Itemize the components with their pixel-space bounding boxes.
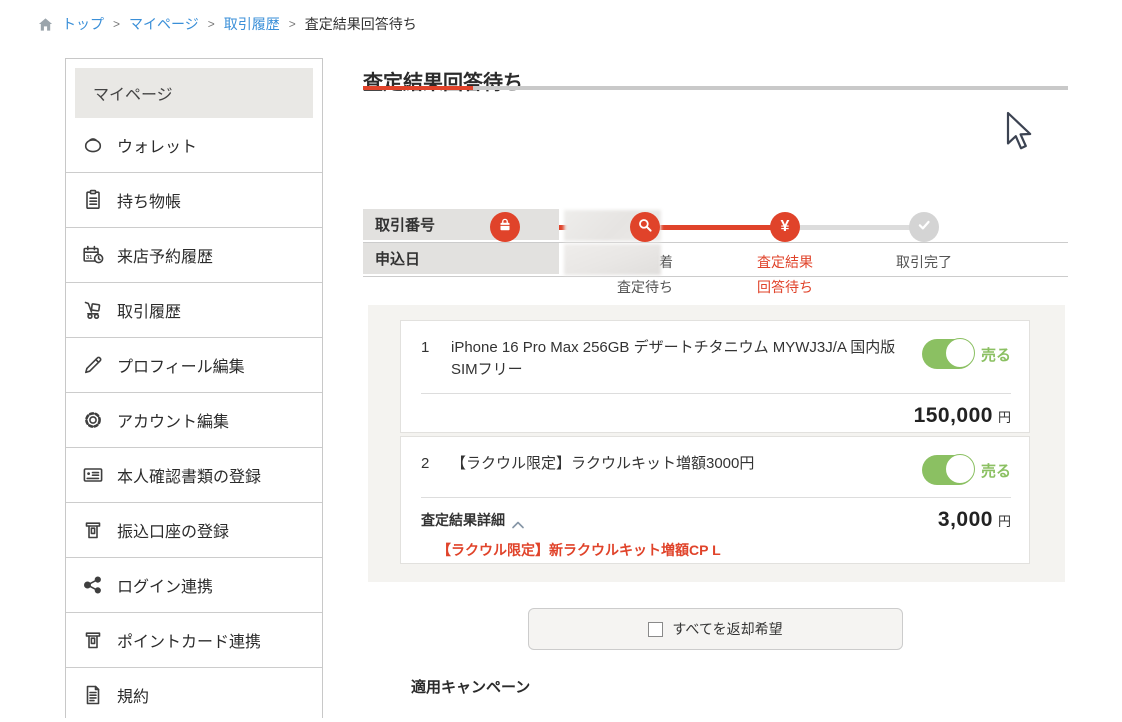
chevron-up-icon (512, 516, 524, 524)
applied-campaign-heading: 適用キャンペーン (411, 676, 530, 697)
sidebar-item-transaction-history[interactable]: 取引履歴 (66, 283, 322, 338)
bank-terminal-icon (81, 518, 105, 542)
item-card-1: 1 iPhone 16 Pro Max 256GB デザートチタニウム MYWJ… (400, 320, 1030, 433)
home-icon (38, 17, 53, 32)
application-date-value-redacted (564, 244, 661, 275)
sell-toggle[interactable] (922, 455, 974, 485)
assessment-detail-expander[interactable]: 査定結果詳細 (421, 510, 524, 530)
assessment-items-panel: 1 iPhone 16 Pro Max 256GB デザートチタニウム MYWJ… (368, 305, 1065, 582)
sidebar-item-label: 持ち物帳 (117, 188, 181, 212)
step-circle-transaction-complete (909, 212, 939, 242)
page-title: 査定結果回答待ち (363, 66, 523, 95)
sidebar-item-label: 取引履歴 (117, 298, 181, 322)
item-price: 150,000 (914, 404, 993, 427)
return-all-checkbox[interactable] (648, 622, 663, 637)
gear-icon (81, 408, 105, 432)
sidebar-item-label: 規約 (117, 683, 149, 707)
price-row: 150,000 円 (401, 394, 1029, 428)
sidebar-item-label: ポイントカード連携 (117, 628, 261, 652)
sell-toggle-wrap: 売る (922, 337, 1011, 369)
share-icon (81, 573, 105, 597)
item-name: iPhone 16 Pro Max 256GB デザートチタニウム MYWJ3J… (443, 337, 903, 381)
transaction-number-label: 取引番号 (363, 209, 559, 240)
sidebar-item-label: ログイン連携 (117, 573, 213, 597)
sell-toggle-wrap: 売る (922, 453, 1011, 485)
clipboard-icon (81, 188, 105, 212)
transaction-info-table: 取引番号 申込日 (363, 209, 1068, 277)
price-unit: 円 (998, 410, 1011, 425)
sidebar-item-label: 本人確認書類の登録 (117, 463, 261, 487)
item-card-2: 2 【ラクウル限定】ラクウルキット増額3000円 売る 査定結果詳細 3,000… (400, 436, 1030, 564)
application-date-label: 申込日 (363, 243, 559, 274)
breadcrumb-link-history[interactable]: 取引履歴 (224, 14, 280, 34)
item-header: 2 【ラクウル限定】ラクウルキット増額3000円 売る (401, 437, 1029, 485)
wallet-icon (81, 133, 105, 157)
sidebar: マイページ ウォレット 持ち物帳 31 来店予約履歴 取引履歴 プロフィール編集 (65, 58, 323, 718)
return-all-button[interactable]: すべてを返却希望 (528, 608, 903, 650)
toggle-knob (945, 454, 975, 484)
item-price: 3,000 (938, 508, 993, 531)
item-number: 1 (421, 337, 443, 356)
id-card-icon (81, 463, 105, 487)
sidebar-item-identity-docs[interactable]: 本人確認書類の登録 (66, 448, 322, 503)
sell-toggle-label: 売る (981, 344, 1011, 365)
sidebar-item-terms[interactable]: 規約 (66, 668, 322, 722)
magnifier-icon (636, 216, 654, 239)
breadcrumb-link-top[interactable]: トップ (62, 14, 104, 34)
sell-toggle[interactable] (922, 339, 974, 369)
sidebar-item-label: 来店予約履歴 (117, 243, 213, 267)
calendar-clock-icon: 31 (81, 243, 105, 267)
step-circle-assessment-result: ¥ (770, 212, 800, 242)
detail-price-row: 査定結果詳細 3,000 円 (401, 498, 1029, 532)
title-underline (363, 86, 1068, 90)
sidebar-item-label: プロフィール編集 (117, 353, 245, 377)
progress-stepper: ¥ 申込完了 商品到着査定待ち 査定結果回答待ち 取引完了 (363, 100, 1068, 200)
breadcrumb-separator: > (113, 17, 120, 31)
item-header: 1 iPhone 16 Pro Max 256GB デザートチタニウム MYWJ… (401, 321, 1029, 381)
price-row: 3,000 円 (938, 508, 1011, 532)
table-row: 取引番号 (363, 209, 1068, 243)
sidebar-item-point-card-link[interactable]: ポイントカード連携 (66, 613, 322, 668)
transaction-history-icon (81, 298, 105, 322)
point-card-icon (81, 628, 105, 652)
item-campaign-text: 【ラクウル限定】新ラクウルキット増額CP L (401, 532, 1029, 560)
sidebar-item-label: ウォレット (117, 133, 197, 157)
main-content: 査定結果回答待ち ¥ 申込完了 商品到着査定待ち (363, 0, 1068, 700)
step-circle-application-complete (490, 212, 520, 242)
sidebar-item-profile-edit[interactable]: プロフィール編集 (66, 338, 322, 393)
pencil-icon (81, 353, 105, 377)
sidebar-item-bank-account[interactable]: 振込口座の登録 (66, 503, 322, 558)
check-icon (915, 216, 933, 239)
return-all-label: すべてを返却希望 (672, 619, 782, 639)
assessment-detail-label: 査定結果詳細 (421, 510, 505, 530)
toggle-knob (945, 338, 975, 368)
sidebar-header-mypage: マイページ (75, 68, 313, 118)
sidebar-item-visit-history[interactable]: 31 来店予約履歴 (66, 228, 322, 283)
breadcrumb-link-mypage[interactable]: マイページ (129, 14, 199, 34)
price-unit: 円 (998, 514, 1011, 529)
sidebar-item-belongings[interactable]: 持ち物帳 (66, 173, 322, 228)
sidebar-item-wallet[interactable]: ウォレット (66, 118, 322, 173)
breadcrumb-separator: > (289, 17, 296, 31)
step-circle-arrival-assessment (630, 212, 660, 242)
svg-text:31: 31 (86, 255, 92, 261)
sidebar-item-label: 振込口座の登録 (117, 518, 229, 542)
item-number: 2 (421, 453, 443, 472)
sidebar-item-login-link[interactable]: ログイン連携 (66, 558, 322, 613)
package-icon (496, 216, 514, 239)
breadcrumb: トップ > マイページ > 取引履歴 > 査定結果回答待ち (38, 14, 417, 34)
sell-toggle-label: 売る (981, 460, 1011, 481)
item-name: 【ラクウル限定】ラクウルキット増額3000円 (443, 453, 903, 475)
document-icon (81, 683, 105, 707)
yen-icon: ¥ (781, 219, 790, 235)
table-row: 申込日 (363, 243, 1068, 277)
sidebar-item-account-edit[interactable]: アカウント編集 (66, 393, 322, 448)
sidebar-item-label: アカウント編集 (117, 408, 229, 432)
breadcrumb-separator: > (208, 17, 215, 31)
